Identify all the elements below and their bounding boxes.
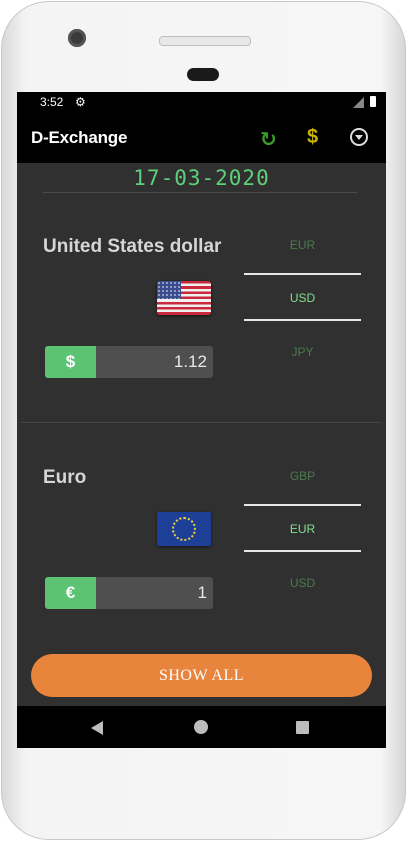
- back-icon[interactable]: [91, 721, 103, 735]
- app-bar: D-Exchange ↻ $: [17, 113, 386, 163]
- show-all-button[interactable]: SHOW ALL: [31, 654, 372, 697]
- euro-symbol-badge: €: [45, 577, 96, 609]
- signal-icon: [353, 97, 364, 108]
- top-picker-line-upper: [244, 273, 361, 275]
- home-icon[interactable]: [194, 720, 208, 734]
- top-picker-selected[interactable]: USD: [244, 291, 361, 305]
- dollar-icon[interactable]: $: [307, 126, 318, 149]
- bottom-picker-line-upper: [244, 504, 361, 506]
- bottom-amount-value[interactable]: 1: [198, 577, 207, 609]
- bottom-currency-picker[interactable]: GBP EUR USD: [244, 453, 361, 590]
- earpiece-speaker: [159, 36, 251, 46]
- top-picker-above[interactable]: EUR: [244, 238, 361, 252]
- app-title: D-Exchange: [31, 128, 128, 147]
- recent-apps-icon[interactable]: [296, 721, 309, 734]
- top-picker-line-lower: [244, 319, 361, 321]
- date-display[interactable]: 17-03-2020: [17, 166, 386, 190]
- refresh-icon[interactable]: ↻: [260, 127, 277, 151]
- front-camera: [68, 29, 86, 47]
- bottom-picker-above[interactable]: GBP: [244, 469, 361, 483]
- top-currency-picker[interactable]: EUR USD JPY: [244, 222, 361, 359]
- dropdown-menu-icon[interactable]: [350, 128, 368, 146]
- status-time: 3:52: [40, 95, 64, 109]
- bottom-currency-name: Euro: [43, 467, 87, 488]
- status-bar: 3:52 ⚙: [17, 92, 386, 113]
- top-picker-below[interactable]: JPY: [244, 345, 361, 359]
- app-screen: 3:52 ⚙ D-Exchange ↻ $ 17-03-2020 United …: [17, 92, 386, 748]
- top-currency-name: United States dollar: [43, 236, 222, 257]
- navigation-bar: [17, 706, 386, 748]
- top-amount-field[interactable]: $ 1.12: [45, 346, 213, 378]
- bottom-amount-field[interactable]: € 1: [45, 577, 213, 609]
- bottom-picker-selected[interactable]: EUR: [244, 522, 361, 536]
- settings-gear-icon: ⚙: [75, 95, 86, 109]
- bottom-picker-line-lower: [244, 550, 361, 552]
- section-divider: [21, 422, 381, 423]
- us-flag-canton: [157, 281, 181, 299]
- battery-icon: [370, 96, 376, 107]
- bottom-picker-below[interactable]: USD: [244, 576, 361, 590]
- eu-stars-circle: [172, 517, 196, 541]
- proximity-sensor: [187, 68, 219, 81]
- dollar-symbol-badge: $: [45, 346, 96, 378]
- eu-flag-icon: [157, 512, 211, 546]
- us-flag-icon: [157, 281, 211, 315]
- top-amount-value[interactable]: 1.12: [174, 346, 207, 378]
- date-underline: [43, 192, 357, 193]
